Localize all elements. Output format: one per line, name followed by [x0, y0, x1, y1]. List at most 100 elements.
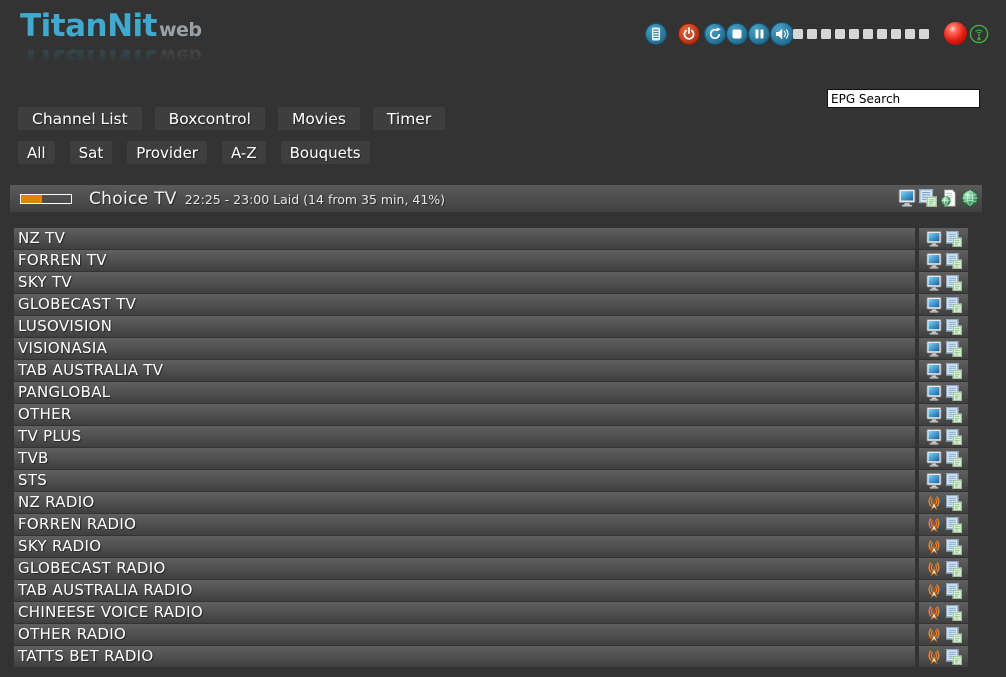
signal-antenna-icon[interactable] [969, 24, 989, 48]
channel-name[interactable]: OTHER [14, 404, 915, 425]
volume-step[interactable] [807, 29, 817, 39]
filter-az-button[interactable]: A-Z [222, 141, 266, 164]
epg-pages-icon[interactable] [946, 385, 962, 401]
tv-icon[interactable] [926, 451, 942, 467]
channel-row: VISIONASIA [14, 338, 968, 359]
epg-pages-icon[interactable] [946, 363, 962, 379]
nav-movies-button[interactable]: Movies [278, 107, 360, 130]
epg-pages-icon[interactable] [946, 605, 962, 621]
tv-icon[interactable] [926, 231, 942, 247]
channel-name[interactable]: SKY TV [14, 272, 915, 293]
nav-boxcontrol-button[interactable]: Boxcontrol [155, 107, 265, 130]
channel-row-actions [919, 624, 968, 645]
channel-name[interactable]: LUSOVISION [14, 316, 915, 337]
volume-step[interactable] [919, 29, 929, 39]
volume-step[interactable] [877, 29, 887, 39]
progress-fill [21, 195, 42, 203]
web-globe-icon[interactable] [961, 189, 979, 207]
volume-step[interactable] [849, 29, 859, 39]
volume-step[interactable] [905, 29, 915, 39]
stream-page-icon[interactable] [940, 189, 958, 207]
tv-icon[interactable] [926, 429, 942, 445]
tv-icon[interactable] [926, 473, 942, 489]
volume-step[interactable] [821, 29, 831, 39]
channel-name[interactable]: SKY RADIO [14, 536, 915, 557]
channel-name[interactable]: VISIONASIA [14, 338, 915, 359]
volume-mute-button[interactable] [770, 22, 794, 46]
radio-icon[interactable] [926, 605, 942, 621]
tv-icon[interactable] [926, 319, 942, 335]
radio-icon[interactable] [926, 627, 942, 643]
epg-pages-icon[interactable] [946, 539, 962, 555]
nav-channel-list-button[interactable]: Channel List [18, 107, 142, 130]
channel-name[interactable]: PANGLOBAL [14, 382, 915, 403]
remote-control-button[interactable] [645, 23, 667, 45]
filter-sat-button[interactable]: Sat [70, 141, 113, 164]
epg-pages-icon[interactable] [946, 583, 962, 599]
volume-step[interactable] [863, 29, 873, 39]
tv-icon[interactable] [926, 363, 942, 379]
channel-name[interactable]: GLOBECAST TV [14, 294, 915, 315]
stop-button[interactable] [726, 23, 748, 45]
power-button[interactable] [678, 23, 700, 45]
current-epg-info: 22:25 - 23:00 Laid (14 from 35 min, 41%) [185, 192, 445, 207]
channel-name[interactable]: OTHER RADIO [14, 624, 915, 645]
volume-step[interactable] [835, 29, 845, 39]
channel-name[interactable]: STS [14, 470, 915, 491]
channel-name[interactable]: GLOBECAST RADIO [14, 558, 915, 579]
epg-pages-icon[interactable] [946, 561, 962, 577]
epg-pages-icon[interactable] [946, 407, 962, 423]
epg-pages-icon[interactable] [946, 517, 962, 533]
epg-pages-icon[interactable] [946, 319, 962, 335]
tv-icon[interactable] [926, 297, 942, 313]
radio-icon[interactable] [926, 495, 942, 511]
channel-name[interactable]: FORREN TV [14, 250, 915, 271]
epg-search-input[interactable] [827, 89, 980, 108]
epg-pages-icon[interactable] [946, 473, 962, 489]
tv-icon[interactable] [926, 407, 942, 423]
channel-list: NZ TV FORREN TV SKY TV GLOBECAST TV LUSO [14, 228, 968, 668]
tv-icon[interactable] [926, 275, 942, 291]
channel-name[interactable]: TATTS BET RADIO [14, 646, 915, 667]
epg-pages-icon[interactable] [946, 341, 962, 357]
epg-pages-icon[interactable] [946, 649, 962, 665]
current-channel-name: Choice TV [89, 189, 177, 209]
record-status-icon[interactable] [944, 22, 967, 45]
filter-all-button[interactable]: All [18, 141, 55, 164]
channel-name[interactable]: FORREN RADIO [14, 514, 915, 535]
refresh-button[interactable] [704, 23, 726, 45]
filter-bouquets-button[interactable]: Bouquets [281, 141, 370, 164]
channel-name[interactable]: TVB [14, 448, 915, 469]
channel-name[interactable]: TAB AUSTRALIA TV [14, 360, 915, 381]
channel-name[interactable]: NZ TV [14, 228, 915, 249]
channel-row-actions [919, 448, 968, 469]
epg-pages-icon[interactable] [919, 189, 937, 207]
channel-row-actions [919, 558, 968, 579]
epg-pages-icon[interactable] [946, 231, 962, 247]
tv-icon[interactable] [926, 385, 942, 401]
tv-screen-icon[interactable] [898, 189, 916, 207]
epg-pages-icon[interactable] [946, 627, 962, 643]
radio-icon[interactable] [926, 583, 942, 599]
epg-pages-icon[interactable] [946, 297, 962, 313]
radio-icon[interactable] [926, 539, 942, 555]
volume-step[interactable] [793, 29, 803, 39]
radio-icon[interactable] [926, 649, 942, 665]
tv-icon[interactable] [926, 253, 942, 269]
channel-name[interactable]: CHINEESE VOICE RADIO [14, 602, 915, 623]
pause-button[interactable] [748, 23, 770, 45]
filter-provider-button[interactable]: Provider [127, 141, 207, 164]
channel-name[interactable]: TV PLUS [14, 426, 915, 447]
radio-icon[interactable] [926, 561, 942, 577]
channel-name[interactable]: TAB AUSTRALIA RADIO [14, 580, 915, 601]
volume-step[interactable] [891, 29, 901, 39]
epg-pages-icon[interactable] [946, 495, 962, 511]
tv-icon[interactable] [926, 341, 942, 357]
radio-icon[interactable] [926, 517, 942, 533]
nav-timer-button[interactable]: Timer [373, 107, 445, 130]
epg-pages-icon[interactable] [946, 253, 962, 269]
channel-name[interactable]: NZ RADIO [14, 492, 915, 513]
epg-pages-icon[interactable] [946, 451, 962, 467]
epg-pages-icon[interactable] [946, 429, 962, 445]
epg-pages-icon[interactable] [946, 275, 962, 291]
